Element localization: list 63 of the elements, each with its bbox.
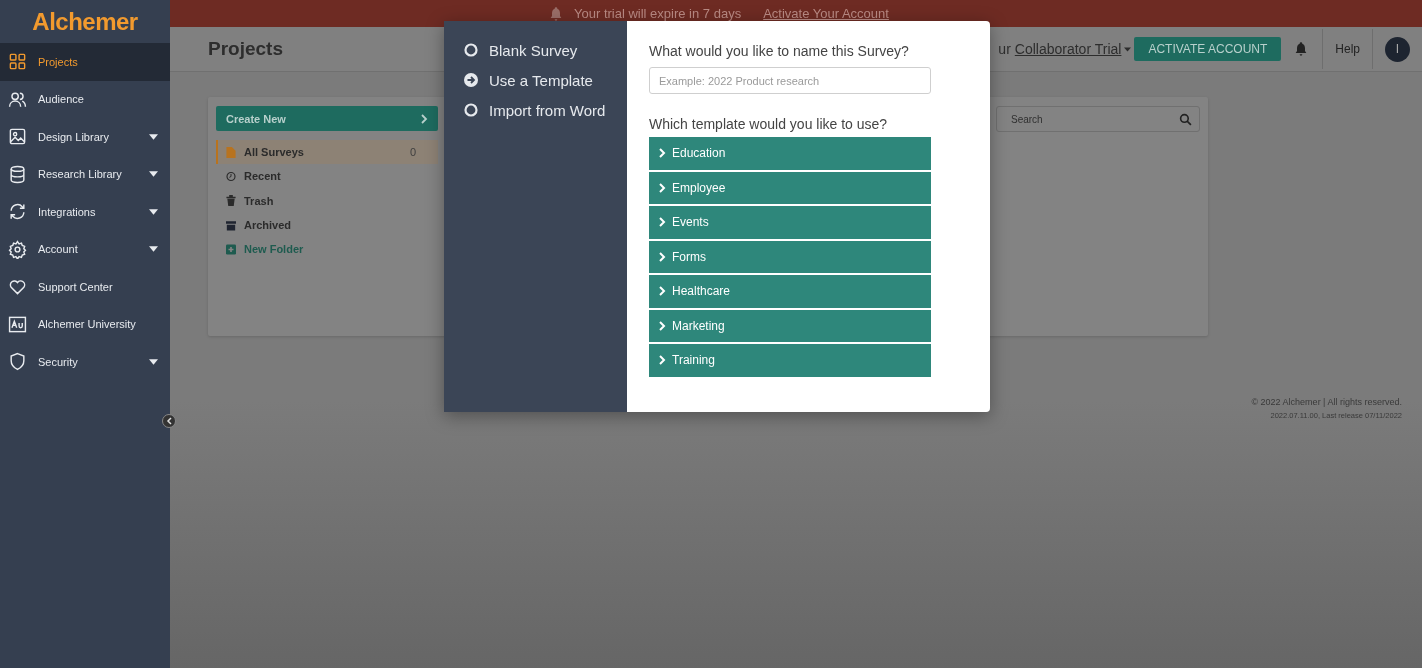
sidebar-item[interactable]: Account	[0, 230, 170, 268]
folder-item[interactable]: Archived	[216, 212, 438, 238]
help-link[interactable]: Help	[1322, 29, 1373, 69]
plan-link[interactable]: Collaborator Trial	[1014, 41, 1122, 57]
template-category[interactable]: Education	[649, 137, 931, 170]
archive-icon	[226, 219, 236, 231]
sidebar-item[interactable]: Integrations	[0, 193, 170, 231]
logo: Alchemer	[31, 6, 139, 37]
trial-message: Your trial will expire in 7 days	[574, 6, 742, 21]
template-category[interactable]: Events	[649, 206, 931, 239]
survey-name-field[interactable]: Example: 2022 Product research	[649, 67, 931, 94]
database-icon	[8, 164, 27, 184]
chevron-icon	[659, 182, 666, 193]
template-question: Which template would you like to use?	[649, 116, 889, 132]
caret-icon[interactable]	[1124, 46, 1132, 52]
shield-icon	[8, 352, 27, 372]
survey-type-option[interactable]: Use a Template	[444, 65, 627, 95]
chevron-icon	[659, 251, 666, 262]
folder-item[interactable]: Trash	[216, 188, 438, 213]
user-avatar[interactable]: I	[1385, 36, 1410, 62]
chevron-icon	[659, 148, 666, 159]
plan-label: ur	[998, 41, 1011, 57]
search-icon[interactable]	[1179, 113, 1192, 126]
sidebar-item[interactable]: Security	[0, 343, 170, 381]
folder-item[interactable]: Recent	[216, 164, 438, 189]
sidebar-item[interactable]: Audience	[0, 80, 170, 118]
template-category[interactable]: Marketing	[649, 309, 931, 342]
heart-icon	[8, 277, 27, 297]
sidebar-item[interactable]: Support Center	[0, 268, 170, 306]
chevron-icon	[659, 355, 666, 366]
survey-type-option[interactable]: Import from Word	[444, 95, 627, 125]
folder-count: 0	[409, 146, 416, 159]
chevron-icon	[421, 113, 428, 124]
chevron-icon	[659, 320, 666, 331]
au-icon	[8, 314, 27, 334]
trash-icon	[226, 195, 236, 207]
clock-icon	[226, 170, 236, 182]
plus-icon	[226, 243, 236, 255]
name-question: What would you like to name this Survey?	[649, 43, 910, 59]
survey-type-option[interactable]: Blank Survey	[444, 35, 627, 65]
template-category[interactable]: Healthcare	[649, 275, 931, 308]
grid-icon	[8, 52, 27, 72]
page-title: Projects	[208, 38, 283, 60]
template-category[interactable]: Employee	[649, 171, 931, 204]
template-category[interactable]: Forms	[649, 240, 931, 273]
sync-icon	[8, 202, 27, 222]
sidebar-item[interactable]: Projects	[0, 43, 170, 81]
image-icon	[8, 127, 27, 147]
chevron-icon	[659, 217, 666, 228]
search-field[interactable]: Search	[996, 106, 1200, 132]
activate-link[interactable]: Activate Your Account	[763, 6, 889, 21]
create-new-button[interactable]: Create New	[216, 106, 438, 131]
folder-item[interactable]: All Surveys 0	[216, 140, 438, 165]
sidebar-item[interactable]: Research Library	[0, 155, 170, 193]
activate-account-button[interactable]: ACTIVATE ACCOUNT	[1134, 37, 1282, 61]
chevron-icon	[166, 417, 172, 425]
sidebar-item[interactable]: Alchemer University	[0, 305, 170, 343]
sidebar-item[interactable]: Design Library	[0, 118, 170, 156]
template-category[interactable]: Training	[649, 344, 931, 377]
bell-icon	[548, 5, 564, 22]
gear-icon	[8, 239, 27, 259]
document-icon	[226, 146, 236, 158]
chevron-icon	[659, 286, 666, 297]
